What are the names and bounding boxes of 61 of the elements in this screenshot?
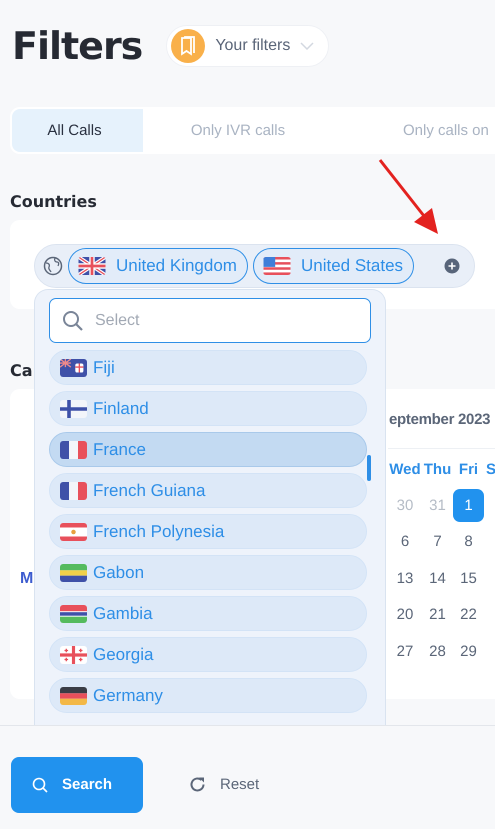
flag-icon: [78, 257, 106, 275]
calendar-day[interactable]: 20: [390, 598, 420, 632]
flag-icon: [60, 686, 87, 704]
flag-icon: [60, 564, 87, 582]
country-option[interactable]: Georgia: [49, 637, 367, 672]
tab[interactable]: All Calls: [12, 109, 143, 152]
country-option[interactable]: Germany: [49, 678, 367, 713]
calendar-label: M: [20, 570, 34, 588]
calendar-day[interactable]: 7: [422, 525, 453, 558]
country-option[interactable]: France: [49, 432, 367, 467]
search-icon: [62, 310, 84, 332]
calendar-day[interactable]: 29: [453, 634, 484, 668]
calendar-day[interactable]: 22: [453, 598, 484, 632]
search-icon: [32, 776, 48, 792]
country-select[interactable]: United Kingdom United States: [34, 244, 475, 288]
weekday-label: Thu: [424, 460, 452, 478]
country-option[interactable]: French Guiana: [49, 473, 367, 508]
calendar-day[interactable]: 15: [453, 562, 484, 595]
refresh-icon: [189, 776, 206, 793]
country-option[interactable]: Gabon: [49, 555, 367, 590]
country-option[interactable]: Gambia: [49, 596, 367, 631]
tab[interactable]: Only calls on: [339, 109, 495, 152]
month-title: eptember 2023: [388, 411, 495, 449]
flag-icon: [60, 358, 87, 376]
search-field[interactable]: Select: [49, 298, 371, 343]
flag-icon: [60, 400, 87, 418]
weekday-label: Fri: [458, 460, 478, 478]
country-chip[interactable]: United States: [252, 248, 414, 284]
calendar-day[interactable]: 14: [422, 562, 453, 595]
calendar-day[interactable]: 13: [390, 562, 420, 595]
globe-icon: [43, 256, 63, 276]
flag-icon: [60, 604, 87, 622]
calendar-day[interactable]: 30: [390, 488, 420, 522]
calendar-day[interactable]: 27: [390, 634, 420, 668]
country-option[interactable]: French Polynesia: [49, 514, 367, 549]
flag-icon: [60, 482, 87, 500]
saved-filters-dropdown[interactable]: Your filters: [166, 25, 330, 67]
reset-button[interactable]: Reset: [183, 775, 266, 794]
section-label: Countries: [10, 192, 97, 211]
section-label: Ca: [10, 361, 33, 380]
flag-icon: [262, 257, 291, 275]
flag-icon: [60, 646, 87, 664]
country-chip[interactable]: United Kingdom: [68, 248, 248, 284]
chevron-down-icon: [300, 42, 314, 50]
country-option[interactable]: Finland: [49, 391, 367, 426]
page-title: Filters: [12, 24, 142, 68]
flag-icon: [60, 522, 87, 540]
calendar-day[interactable]: 8: [453, 525, 484, 558]
calendar-day[interactable]: 6: [390, 525, 420, 558]
search-button[interactable]: Search: [11, 756, 143, 812]
add-icon[interactable]: [444, 258, 460, 274]
tab[interactable]: Only IVR calls: [143, 109, 339, 152]
flag-icon: [60, 440, 87, 458]
country-option[interactable]: Fiji: [49, 350, 367, 385]
calendar-day[interactable]: 31: [422, 488, 453, 522]
calendar-day[interactable]: 1: [453, 488, 484, 522]
weekday-label: Wed: [389, 460, 421, 478]
bookmark-icon: [171, 29, 206, 63]
calendar-day[interactable]: 28: [422, 634, 453, 668]
scrollbar[interactable]: [367, 455, 371, 481]
calendar-day[interactable]: 21: [422, 598, 453, 632]
